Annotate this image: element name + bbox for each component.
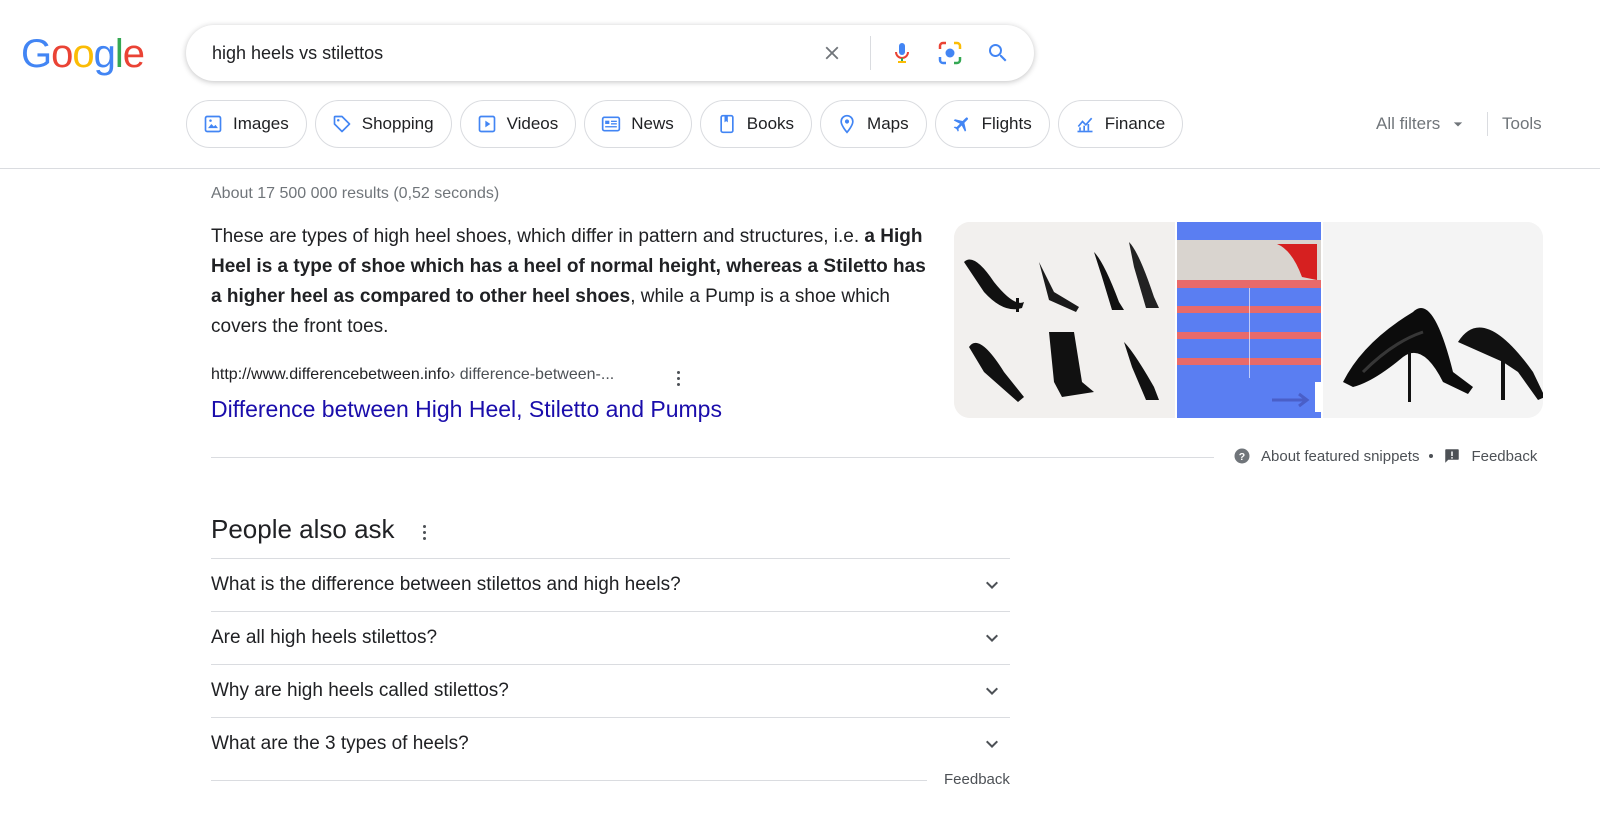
snippet-feedback-link[interactable]: Feedback: [1471, 448, 1537, 465]
clear-icon[interactable]: [818, 39, 846, 67]
search-input[interactable]: [212, 25, 792, 81]
image-icon: [204, 115, 222, 133]
paa-more-icon[interactable]: [420, 522, 428, 542]
featured-snippet-text: These are types of high heel shoes, whic…: [211, 222, 931, 342]
paa-question[interactable]: Why are high heels called stilettos?: [211, 664, 1010, 717]
cite-domain: http://www.differencebetween.info: [211, 366, 450, 383]
people-also-ask-list: What is the difference between stilettos…: [211, 558, 1010, 770]
logo-letter: o: [51, 32, 73, 76]
logo-letter: l: [114, 32, 124, 76]
about-featured-snippets-link[interactable]: About featured snippets: [1261, 448, 1419, 465]
logo-letter: o: [72, 32, 94, 76]
chevron-down-icon: [986, 581, 998, 589]
chart-icon: [1077, 117, 1093, 133]
paa-question[interactable]: What is the difference between stilettos…: [211, 558, 1010, 611]
search-icon[interactable]: [984, 39, 1012, 67]
tab-books[interactable]: Books: [699, 100, 813, 148]
location-pin-icon: [840, 114, 854, 134]
result-stats: About 17 500 000 results (0,52 seconds): [211, 185, 500, 202]
chevron-down-icon: [986, 634, 998, 642]
stiletto-shoe-image[interactable]: [1322, 222, 1543, 418]
tab-label: Shopping: [361, 114, 434, 133]
tab-finance[interactable]: Finance: [1057, 100, 1184, 148]
snippet-footer: ? About featured snippets Feedback: [1233, 447, 1537, 465]
tab-videos[interactable]: Videos: [459, 100, 577, 148]
help-icon: ?: [1234, 448, 1250, 464]
camera-lens-icon[interactable]: [936, 39, 964, 67]
result-title-link[interactable]: Difference between High Heel, Stiletto a…: [211, 396, 722, 423]
paa-question-text: Why are high heels called stilettos?: [211, 680, 509, 701]
dot-separator: [1429, 454, 1434, 458]
microphone-icon[interactable]: [888, 39, 916, 67]
paa-question-text: What is the difference between stilettos…: [211, 574, 681, 595]
logo-letter: G: [21, 32, 52, 76]
tab-label: Books: [746, 114, 795, 133]
tools-label: Tools: [1502, 114, 1542, 133]
paa-question[interactable]: What are the 3 types of heels?: [211, 717, 1010, 770]
tab-label: Maps: [867, 114, 909, 133]
people-also-ask-title: People also ask: [211, 514, 395, 544]
tab-label: Flights: [981, 114, 1032, 133]
tab-news[interactable]: News: [584, 100, 692, 148]
search-tabs: Images Shopping Videos News Books Maps F…: [186, 100, 1184, 148]
snippet-divider: [211, 457, 1214, 458]
tab-label: Finance: [1104, 114, 1166, 133]
logo-letter: e: [122, 32, 145, 76]
tab-label: Videos: [506, 114, 559, 133]
tab-flights[interactable]: Flights: [934, 100, 1050, 148]
chevron-down-icon: [986, 740, 998, 748]
tab-label: News: [631, 114, 674, 133]
cite-path: › difference-between-...: [449, 366, 615, 383]
logo-letter: g: [93, 32, 116, 76]
newspaper-icon: [602, 116, 621, 132]
dropdown-arrow-icon: [1454, 122, 1463, 127]
tools-button[interactable]: Tools: [1502, 112, 1542, 136]
tab-images[interactable]: Images: [186, 100, 307, 148]
all-filters-label: All filters: [1376, 114, 1441, 133]
tools-separator: [1487, 112, 1488, 136]
tab-maps[interactable]: Maps: [820, 100, 927, 148]
feedback-icon: [1445, 449, 1460, 463]
tab-label: Images: [233, 114, 289, 133]
paa-question-text: What are the 3 types of heels?: [211, 733, 469, 754]
tab-shopping[interactable]: Shopping: [314, 100, 452, 148]
paa-feedback-link[interactable]: Feedback: [944, 771, 1010, 788]
header-divider: [0, 168, 1600, 169]
paa-question[interactable]: Are all high heels stilettos?: [211, 611, 1010, 664]
tag-icon: [333, 115, 351, 133]
google-logo[interactable]: Google: [21, 32, 145, 76]
play-icon: [478, 115, 495, 133]
snippet-images: [954, 222, 1543, 418]
all-filters-button[interactable]: All filters: [1376, 112, 1468, 136]
search-divider: [870, 36, 871, 70]
result-cite: http://www.differencebetween.info › diff…: [211, 366, 614, 384]
paa-divider: [211, 780, 927, 781]
paa-question-text: Are all high heels stilettos?: [211, 627, 438, 648]
chevron-down-icon: [986, 687, 998, 695]
airplane-icon: [953, 117, 968, 132]
search-box: [186, 25, 1034, 81]
pumps-vs-heels-chart-image[interactable]: [1176, 222, 1321, 418]
shoe-collage-image[interactable]: [954, 222, 1175, 418]
snippet-text-start: These are types of high heel shoes, whic…: [211, 226, 865, 247]
svg-text:?: ?: [1239, 451, 1245, 463]
result-more-icon[interactable]: [672, 366, 684, 390]
book-icon: [720, 114, 734, 134]
